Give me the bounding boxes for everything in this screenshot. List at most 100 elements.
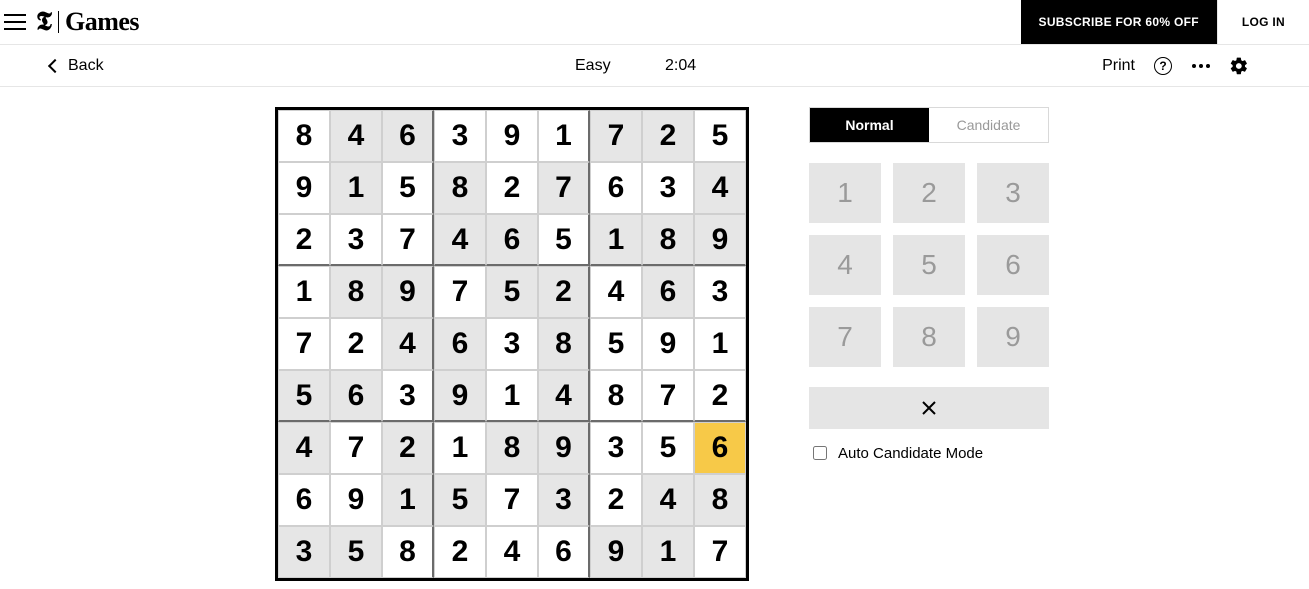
cell-r6-c4[interactable]: 9 bbox=[434, 370, 486, 422]
cell-r5-c6[interactable]: 8 bbox=[538, 318, 590, 370]
cell-r9-c7[interactable]: 9 bbox=[590, 526, 642, 578]
cell-r4-c7[interactable]: 4 bbox=[590, 266, 642, 318]
cell-r2-c5[interactable]: 2 bbox=[486, 162, 538, 214]
cell-r3-c3[interactable]: 7 bbox=[382, 214, 434, 266]
cell-r6-c9[interactable]: 2 bbox=[694, 370, 746, 422]
cell-r3-c7[interactable]: 1 bbox=[590, 214, 642, 266]
key-8[interactable]: 8 bbox=[893, 307, 965, 367]
cell-r4-c1[interactable]: 1 bbox=[278, 266, 330, 318]
cell-r7-c3[interactable]: 2 bbox=[382, 422, 434, 474]
cell-r4-c3[interactable]: 9 bbox=[382, 266, 434, 318]
settings-button[interactable] bbox=[1229, 56, 1249, 76]
cell-r1-c7[interactable]: 7 bbox=[590, 110, 642, 162]
cell-r9-c6[interactable]: 6 bbox=[538, 526, 590, 578]
help-button[interactable]: ? bbox=[1153, 56, 1173, 76]
cell-r1-c9[interactable]: 5 bbox=[694, 110, 746, 162]
cell-r8-c7[interactable]: 2 bbox=[590, 474, 642, 526]
key-4[interactable]: 4 bbox=[809, 235, 881, 295]
cell-r7-c8[interactable]: 5 bbox=[642, 422, 694, 474]
cell-r9-c5[interactable]: 4 bbox=[486, 526, 538, 578]
cell-r3-c2[interactable]: 3 bbox=[330, 214, 382, 266]
cell-r7-c5[interactable]: 8 bbox=[486, 422, 538, 474]
cell-r3-c6[interactable]: 5 bbox=[538, 214, 590, 266]
key-9[interactable]: 9 bbox=[977, 307, 1049, 367]
cell-r2-c6[interactable]: 7 bbox=[538, 162, 590, 214]
key-1[interactable]: 1 bbox=[809, 163, 881, 223]
cell-r3-c1[interactable]: 2 bbox=[278, 214, 330, 266]
cell-r1-c6[interactable]: 1 bbox=[538, 110, 590, 162]
login-button[interactable]: LOG IN bbox=[1217, 0, 1309, 44]
cell-r2-c7[interactable]: 6 bbox=[590, 162, 642, 214]
cell-r9-c2[interactable]: 5 bbox=[330, 526, 382, 578]
cell-r7-c9[interactable]: 6 bbox=[694, 422, 746, 474]
cell-r4-c8[interactable]: 6 bbox=[642, 266, 694, 318]
cell-r5-c5[interactable]: 3 bbox=[486, 318, 538, 370]
subscribe-button[interactable]: SUBSCRIBE FOR 60% OFF bbox=[1021, 0, 1217, 44]
cell-r1-c2[interactable]: 4 bbox=[330, 110, 382, 162]
cell-r8-c9[interactable]: 8 bbox=[694, 474, 746, 526]
cell-r8-c4[interactable]: 5 bbox=[434, 474, 486, 526]
cell-r9-c1[interactable]: 3 bbox=[278, 526, 330, 578]
cell-r3-c8[interactable]: 8 bbox=[642, 214, 694, 266]
cell-r1-c5[interactable]: 9 bbox=[486, 110, 538, 162]
cell-r7-c2[interactable]: 7 bbox=[330, 422, 382, 474]
cell-r5-c8[interactable]: 9 bbox=[642, 318, 694, 370]
cell-r4-c2[interactable]: 8 bbox=[330, 266, 382, 318]
cell-r7-c7[interactable]: 3 bbox=[590, 422, 642, 474]
cell-r2-c3[interactable]: 5 bbox=[382, 162, 434, 214]
cell-r7-c6[interactable]: 9 bbox=[538, 422, 590, 474]
cell-r1-c3[interactable]: 6 bbox=[382, 110, 434, 162]
cell-r4-c6[interactable]: 2 bbox=[538, 266, 590, 318]
cell-r1-c8[interactable]: 2 bbox=[642, 110, 694, 162]
tab-normal[interactable]: Normal bbox=[810, 108, 929, 142]
cell-r7-c1[interactable]: 4 bbox=[278, 422, 330, 474]
cell-r3-c5[interactable]: 6 bbox=[486, 214, 538, 266]
cell-r6-c3[interactable]: 3 bbox=[382, 370, 434, 422]
cell-r2-c1[interactable]: 9 bbox=[278, 162, 330, 214]
print-button[interactable]: Print bbox=[1102, 57, 1135, 75]
key-2[interactable]: 2 bbox=[893, 163, 965, 223]
cell-r9-c3[interactable]: 8 bbox=[382, 526, 434, 578]
cell-r2-c4[interactable]: 8 bbox=[434, 162, 486, 214]
erase-button[interactable] bbox=[809, 387, 1049, 429]
cell-r8-c3[interactable]: 1 bbox=[382, 474, 434, 526]
cell-r4-c5[interactable]: 5 bbox=[486, 266, 538, 318]
cell-r5-c2[interactable]: 2 bbox=[330, 318, 382, 370]
cell-r6-c6[interactable]: 4 bbox=[538, 370, 590, 422]
auto-candidate-checkbox[interactable] bbox=[813, 446, 827, 460]
brand-logo[interactable]: 𝕿 Games bbox=[36, 7, 139, 37]
cell-r9-c4[interactable]: 2 bbox=[434, 526, 486, 578]
auto-candidate-row[interactable]: Auto Candidate Mode bbox=[809, 443, 1049, 463]
key-5[interactable]: 5 bbox=[893, 235, 965, 295]
cell-r6-c7[interactable]: 8 bbox=[590, 370, 642, 422]
cell-r8-c5[interactable]: 7 bbox=[486, 474, 538, 526]
cell-r6-c8[interactable]: 7 bbox=[642, 370, 694, 422]
tab-candidate[interactable]: Candidate bbox=[929, 108, 1048, 142]
cell-r6-c1[interactable]: 5 bbox=[278, 370, 330, 422]
cell-r2-c9[interactable]: 4 bbox=[694, 162, 746, 214]
key-3[interactable]: 3 bbox=[977, 163, 1049, 223]
cell-r3-c9[interactable]: 9 bbox=[694, 214, 746, 266]
cell-r9-c8[interactable]: 1 bbox=[642, 526, 694, 578]
cell-r6-c2[interactable]: 6 bbox=[330, 370, 382, 422]
cell-r8-c8[interactable]: 4 bbox=[642, 474, 694, 526]
cell-r4-c4[interactable]: 7 bbox=[434, 266, 486, 318]
cell-r5-c4[interactable]: 6 bbox=[434, 318, 486, 370]
more-button[interactable] bbox=[1191, 56, 1211, 76]
key-7[interactable]: 7 bbox=[809, 307, 881, 367]
cell-r5-c9[interactable]: 1 bbox=[694, 318, 746, 370]
back-button[interactable]: Back bbox=[50, 57, 104, 75]
cell-r5-c7[interactable]: 5 bbox=[590, 318, 642, 370]
cell-r2-c2[interactable]: 1 bbox=[330, 162, 382, 214]
hamburger-icon[interactable] bbox=[4, 14, 26, 30]
cell-r8-c1[interactable]: 6 bbox=[278, 474, 330, 526]
cell-r2-c8[interactable]: 3 bbox=[642, 162, 694, 214]
cell-r5-c3[interactable]: 4 bbox=[382, 318, 434, 370]
cell-r7-c4[interactable]: 1 bbox=[434, 422, 486, 474]
cell-r6-c5[interactable]: 1 bbox=[486, 370, 538, 422]
cell-r9-c9[interactable]: 7 bbox=[694, 526, 746, 578]
cell-r5-c1[interactable]: 7 bbox=[278, 318, 330, 370]
cell-r1-c4[interactable]: 3 bbox=[434, 110, 486, 162]
cell-r4-c9[interactable]: 3 bbox=[694, 266, 746, 318]
cell-r8-c6[interactable]: 3 bbox=[538, 474, 590, 526]
